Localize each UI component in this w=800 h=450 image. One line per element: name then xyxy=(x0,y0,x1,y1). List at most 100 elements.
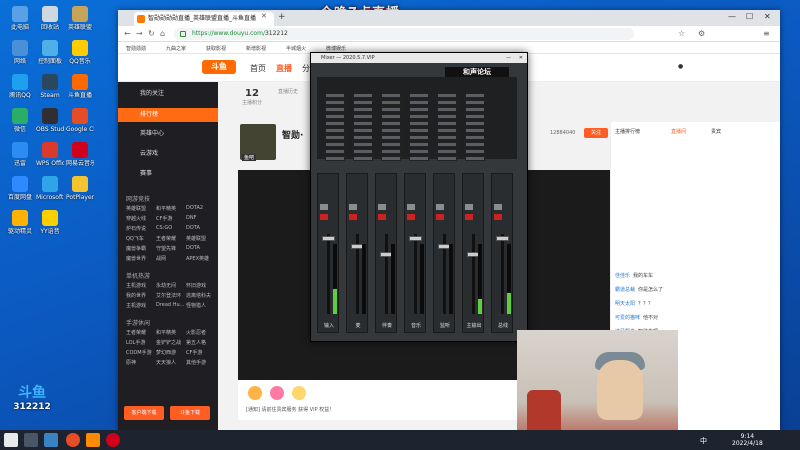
app-taskbar-icon[interactable] xyxy=(106,433,120,447)
minimize-icon[interactable]: — xyxy=(728,12,736,21)
maximize-icon[interactable]: ☐ xyxy=(746,12,753,21)
routing-cell[interactable] xyxy=(353,121,373,126)
sidebar-category-link[interactable]: CF手游 xyxy=(156,215,172,222)
chat-username[interactable]: 可爱的猫咪 xyxy=(615,315,640,321)
star-icon[interactable]: ☆ xyxy=(678,29,685,38)
extensions-icon[interactable]: ⚙ xyxy=(698,29,705,38)
routing-cell[interactable] xyxy=(353,107,373,112)
sidebar-category-link[interactable]: 原神 xyxy=(126,359,136,366)
desktop-icon[interactable]: 控制面板 xyxy=(36,40,64,65)
channel-mute-button[interactable] xyxy=(494,204,502,210)
routing-cell[interactable] xyxy=(409,135,429,140)
bookmark-item[interactable]: 微博娱乐 xyxy=(326,45,346,52)
routing-cell[interactable] xyxy=(409,149,429,154)
routing-cell[interactable] xyxy=(325,156,345,161)
desktop-icon[interactable]: 网易云音乐 xyxy=(66,142,94,167)
sidebar-category-link[interactable]: DOTA2 xyxy=(186,205,203,211)
routing-cell[interactable] xyxy=(381,107,401,112)
routing-cell[interactable] xyxy=(409,121,429,126)
sidebar-category-link[interactable]: DNF xyxy=(186,215,196,221)
ime-indicator[interactable]: 中 xyxy=(700,436,707,446)
sidebar-category-link[interactable]: 王者荣耀 xyxy=(126,329,146,336)
routing-cell[interactable] xyxy=(437,121,457,126)
sidebar-category-link[interactable]: 英雄联盟 xyxy=(126,205,146,212)
sidebar-item[interactable]: 云游戏 xyxy=(126,148,158,157)
channel-record-button[interactable] xyxy=(494,214,502,220)
routing-cell[interactable] xyxy=(437,142,457,147)
routing-cell[interactable] xyxy=(353,114,373,119)
sidebar-category-link[interactable]: 天天狼人 xyxy=(156,359,176,366)
rank-tab[interactable]: 主播排行榜 xyxy=(615,128,640,135)
routing-cell[interactable] xyxy=(381,93,401,98)
sidebar-category-link[interactable]: Dread Hu... xyxy=(156,302,184,308)
desktop-icon[interactable]: 斗鱼直播 xyxy=(66,74,94,99)
gift-icon[interactable] xyxy=(248,386,262,400)
routing-cell[interactable] xyxy=(437,114,457,119)
new-tab-icon[interactable]: + xyxy=(278,12,286,22)
douyu-taskbar-icon[interactable] xyxy=(86,433,100,447)
sidebar-category-link[interactable]: QQ飞车 xyxy=(126,235,144,242)
nav-live[interactable]: 直播 xyxy=(276,63,292,74)
sidebar-category-link[interactable]: 艾尔登法环 xyxy=(156,292,181,299)
douyu-logo[interactable]: 斗鱼 xyxy=(202,60,236,74)
sidebar-category-link[interactable]: 怀旧游戏 xyxy=(186,282,206,289)
sidebar-item[interactable]: 赛事 xyxy=(126,168,152,177)
desktop-icon[interactable]: WPS Office xyxy=(36,142,64,167)
sidebar-category-link[interactable]: 英雄联盟 xyxy=(186,235,206,242)
sidebar-category-link[interactable]: 王者荣耀 xyxy=(156,235,176,242)
routing-cell[interactable] xyxy=(465,121,485,126)
minimize-icon[interactable]: — xyxy=(506,53,511,63)
sidebar-item[interactable]: 排行榜 xyxy=(118,108,218,122)
channel-mute-button[interactable] xyxy=(349,204,357,210)
chat-username[interactable]: 明天太阳 xyxy=(615,301,635,307)
routing-cell[interactable] xyxy=(353,156,373,161)
routing-cell[interactable] xyxy=(437,93,457,98)
sidebar-category-link[interactable]: 永劫无间 xyxy=(156,282,176,289)
routing-cell[interactable] xyxy=(465,107,485,112)
vip-tab[interactable]: 贵宾 xyxy=(711,128,721,135)
routing-cell[interactable] xyxy=(437,128,457,133)
sidebar-category-link[interactable]: 魔兽世界 xyxy=(126,255,146,262)
bookmark-item[interactable]: 智勋勋勋 xyxy=(126,45,146,52)
anchor-name[interactable]: 鱼吧 xyxy=(242,154,257,161)
routing-cell[interactable] xyxy=(381,135,401,140)
routing-cell[interactable] xyxy=(381,121,401,126)
sidebar-category-link[interactable]: 主机游戏 xyxy=(126,302,146,309)
routing-cell[interactable] xyxy=(465,149,485,154)
desktop-icon[interactable]: Microsoft Edge xyxy=(36,176,64,201)
sidebar-download-button[interactable]: 客户端下载 xyxy=(124,406,164,420)
chat-username[interactable]: 霸道总裁 xyxy=(615,287,635,293)
routing-cell[interactable] xyxy=(465,142,485,147)
channel-mute-button[interactable] xyxy=(436,204,444,210)
routing-cell[interactable] xyxy=(465,100,485,105)
close-window-icon[interactable]: ✕ xyxy=(764,12,771,21)
channel-fader-handle[interactable] xyxy=(496,236,509,241)
user-avatar[interactable]: ● xyxy=(678,63,683,70)
back-icon[interactable]: ← xyxy=(124,29,131,38)
sidebar-category-link[interactable]: LOL手游 xyxy=(126,339,145,346)
desktop-icon[interactable]: Google Chrome xyxy=(66,108,94,133)
routing-cell[interactable] xyxy=(325,107,345,112)
home-icon[interactable]: ⌂ xyxy=(160,29,165,38)
channel-mute-button[interactable] xyxy=(407,204,415,210)
sidebar-category-link[interactable]: CODM手游 xyxy=(126,349,152,356)
desktop-icon[interactable]: 回收站 xyxy=(36,6,64,31)
routing-cell[interactable] xyxy=(409,114,429,119)
live-tab[interactable]: 直播间 xyxy=(671,128,686,135)
channel-record-button[interactable] xyxy=(349,214,357,220)
sidebar-category-link[interactable]: CF手游 xyxy=(186,349,202,356)
sidebar-item[interactable]: 英雄中心 xyxy=(126,128,164,137)
gift-icon[interactable] xyxy=(270,386,284,400)
desktop-icon[interactable]: 腾讯QQ xyxy=(6,74,34,99)
start-icon[interactable] xyxy=(4,433,18,447)
routing-cell[interactable] xyxy=(409,142,429,147)
desktop-icon[interactable]: 英雄联盟 xyxy=(66,6,94,31)
close-icon[interactable]: ✕ xyxy=(519,53,523,63)
system-clock[interactable]: 9:14 2022/4/18 xyxy=(732,433,763,447)
sidebar-category-link[interactable]: 逃离塔科夫 xyxy=(186,292,211,299)
routing-cell[interactable] xyxy=(353,149,373,154)
sidebar-category-link[interactable]: 火影忍者 xyxy=(186,329,206,336)
routing-cell[interactable] xyxy=(325,121,345,126)
bookmark-item[interactable]: 新增影视 xyxy=(246,45,266,52)
browser-tab[interactable]: 智勋勋勋勋直播_英雄联盟直播_斗鱼直播 xyxy=(134,12,274,26)
